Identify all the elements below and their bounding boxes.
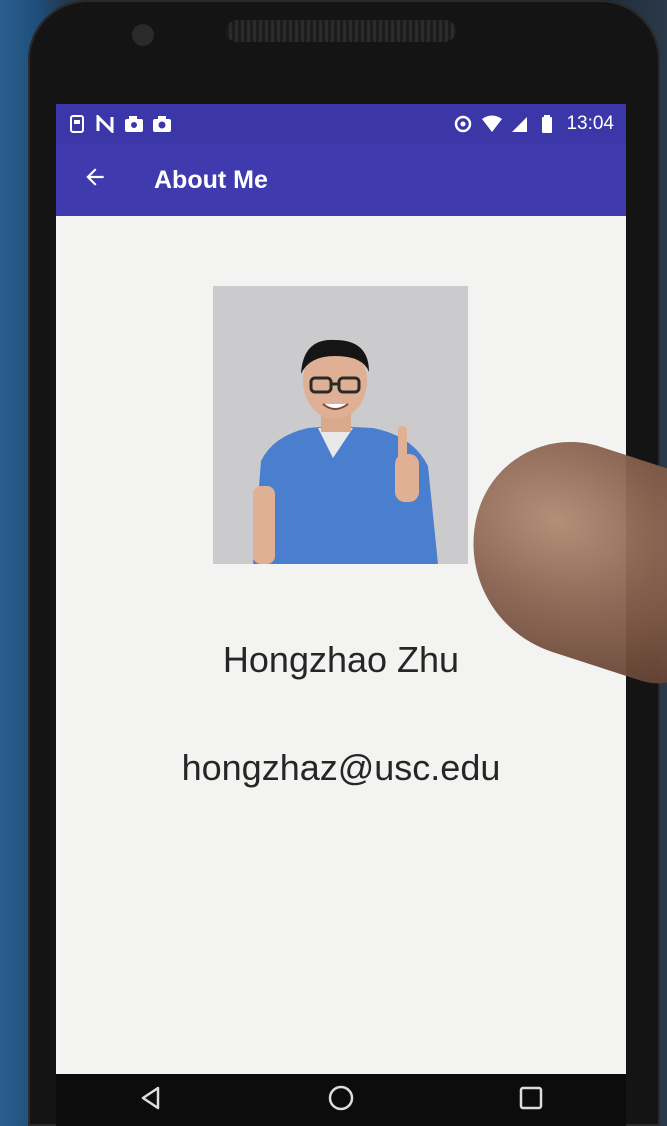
wifi-icon xyxy=(482,115,503,133)
battery-icon xyxy=(538,115,556,133)
nav-back-button[interactable] xyxy=(121,1074,181,1126)
status-time: 13:04 xyxy=(566,113,614,134)
camera-icon xyxy=(152,115,171,133)
recents-square-icon xyxy=(518,1085,544,1116)
nav-recents-button[interactable] xyxy=(501,1074,561,1126)
signal-icon xyxy=(510,115,528,133)
nav-home-button[interactable] xyxy=(311,1074,371,1126)
back-triangle-icon xyxy=(138,1085,164,1116)
back-button[interactable] xyxy=(56,144,134,216)
n-icon xyxy=(96,113,114,135)
sim-icon xyxy=(68,115,86,133)
front-camera xyxy=(132,24,154,46)
page-title: About Me xyxy=(154,165,268,194)
home-circle-icon xyxy=(327,1084,355,1117)
status-bar: 13:04 xyxy=(56,104,626,144)
data-saver-icon xyxy=(454,115,472,133)
profile-email[interactable]: hongzhaz@usc.edu xyxy=(56,747,626,789)
photo-icon xyxy=(124,115,143,133)
app-bar: About Me xyxy=(56,144,626,216)
profile-photo xyxy=(213,286,468,564)
speaker-grille xyxy=(226,20,456,42)
navigation-bar xyxy=(56,1074,626,1126)
arrow-back-icon xyxy=(82,164,108,197)
